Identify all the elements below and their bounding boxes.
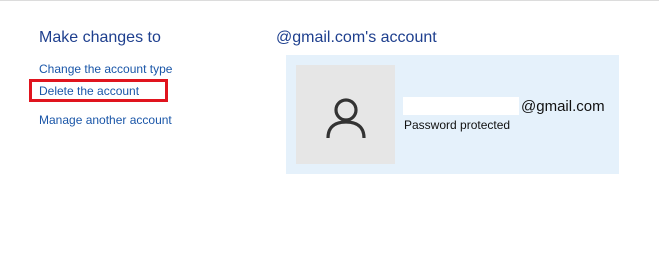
account-email: @gmail.com	[521, 98, 605, 115]
account-status: Password protected	[404, 118, 511, 132]
top-divider	[0, 0, 659, 1]
manage-another-account-link[interactable]: Manage another account	[39, 113, 172, 127]
change-account-type-link[interactable]: Change the account type	[39, 62, 172, 76]
account-heading: @gmail.com's account	[276, 29, 437, 46]
user-silhouette-icon	[326, 98, 366, 139]
make-changes-heading: Make changes to	[39, 29, 161, 46]
account-card: @gmail.com Password protected	[286, 55, 619, 174]
delete-account-highlight-box	[29, 79, 168, 102]
redacted-account-name	[403, 97, 519, 115]
avatar	[296, 65, 395, 164]
